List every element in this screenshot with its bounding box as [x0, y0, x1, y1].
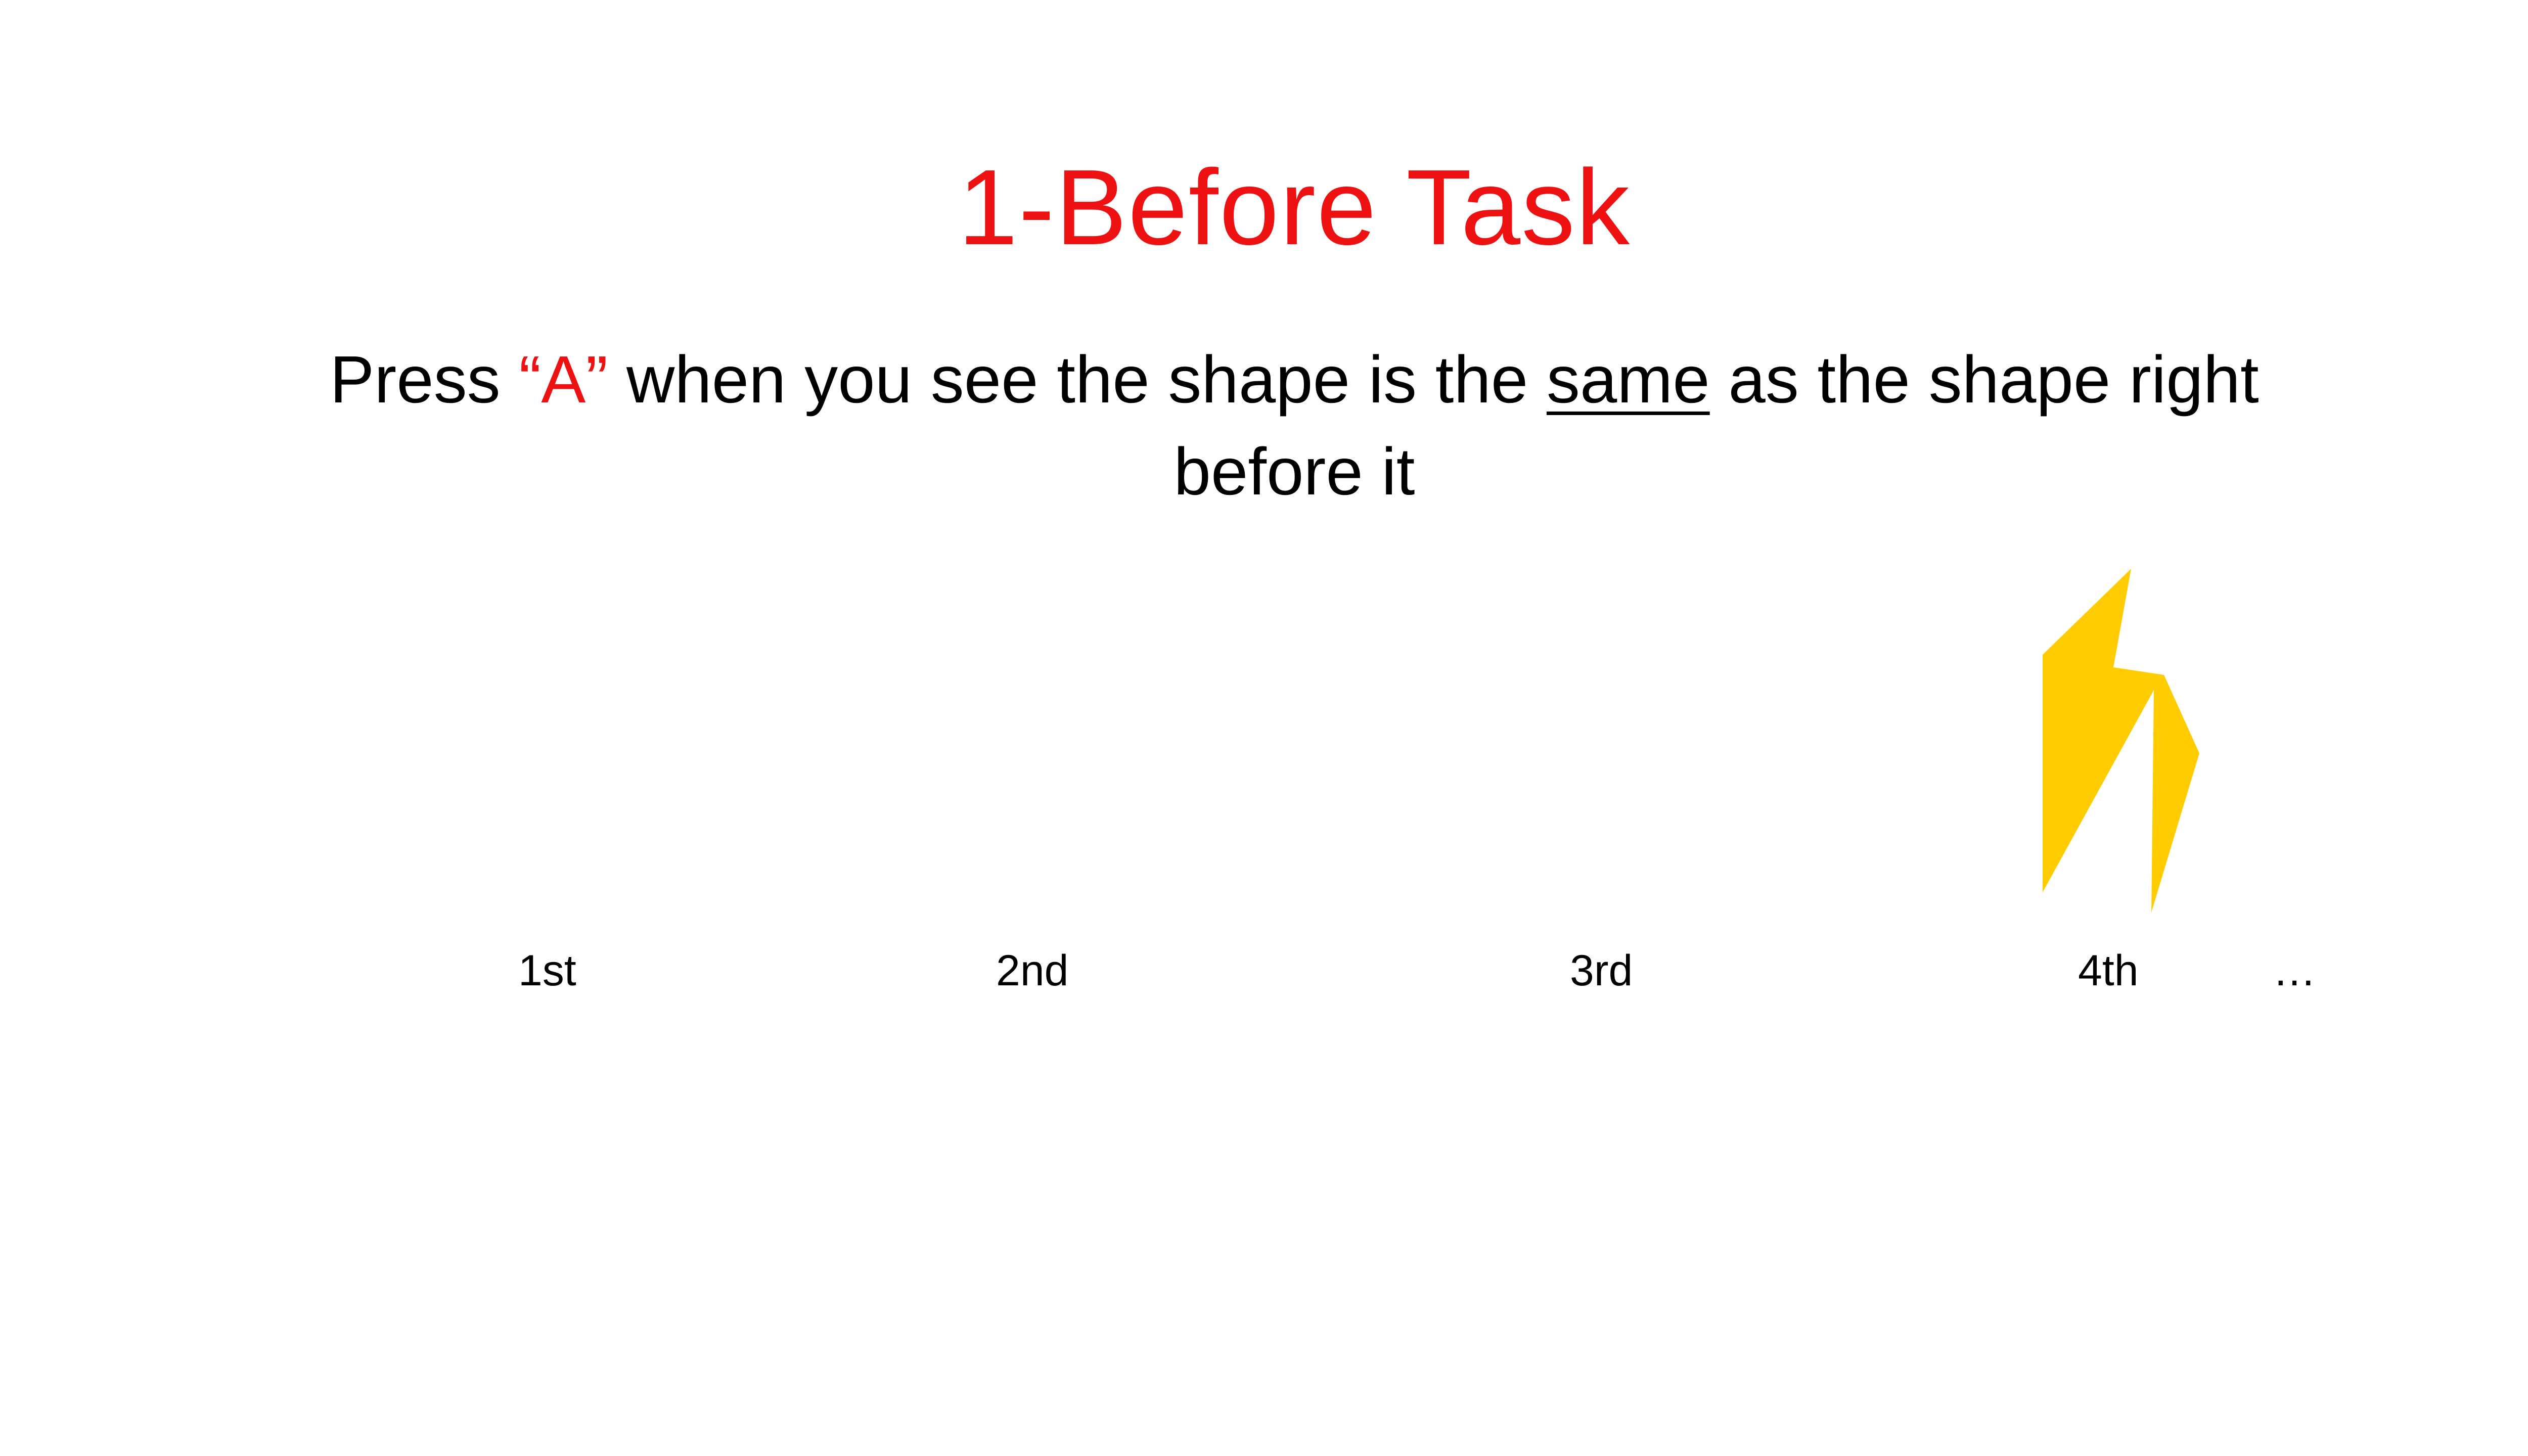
task-instruction: Press “A” when you see the shape is the …: [283, 334, 2306, 518]
sequence-label-2nd: 2nd: [996, 946, 1069, 995]
instruction-prefix: Press: [330, 342, 519, 417]
instruction-key: “A”: [519, 342, 608, 417]
slide-title-text: 1-Before Task: [958, 147, 1631, 267]
slide-title: 1-Before Task: [0, 142, 2528, 273]
slide: 1-Before Task Press “A” when you see the…: [0, 0, 2528, 1456]
instruction-middle: when you see the shape is the: [608, 342, 1547, 417]
lightning-bolt-polygon: [2043, 569, 2199, 913]
lightning-bolt-shape: [2043, 569, 2199, 913]
sequence-label-1st: 1st: [518, 946, 576, 995]
lightning-bolt-icon: [2033, 569, 2209, 913]
instruction-emphasis: same: [1546, 342, 1710, 417]
sequence-label-4th: 4th: [2078, 946, 2139, 995]
sequence-ellipsis: …: [2273, 946, 2316, 995]
sequence-label-3rd: 3rd: [1570, 946, 1633, 995]
